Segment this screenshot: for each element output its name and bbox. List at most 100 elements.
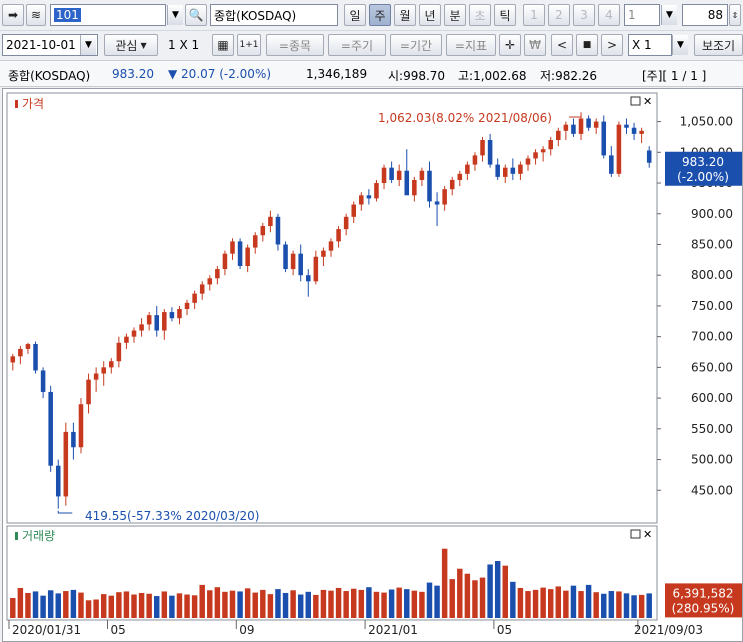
volume-bar [426,582,433,618]
volume-bar [290,590,296,618]
volume-bar [601,593,607,618]
layout-label[interactable]: 1 X 1 [168,38,199,52]
indicator-button[interactable]: =지표 [446,34,496,56]
candle-body [146,315,152,325]
code-input[interactable]: 101 [50,4,166,26]
candle-body [18,348,23,357]
volume-bar [32,591,39,618]
candle-body [177,309,182,319]
volume-bar [593,592,599,618]
interval-field[interactable]: 1 [624,4,660,26]
code-input-value: 101 [54,8,81,22]
cycle-button[interactable]: =주기 [328,34,386,56]
candle-body [260,226,266,236]
candle-body [25,344,31,349]
stop-button[interactable]: ■ [576,34,598,56]
toolbar-secondary: 2021-10-01 ▼ 관심 ▼ 1 X 1 ▦ 1+1 =종목 =주기 =기간… [0,30,743,58]
price-panel-maximize-icon[interactable] [630,96,641,106]
x-axis-label: 05 [497,623,512,637]
split-button[interactable]: 1+1 [237,34,261,56]
candle-body [169,312,175,319]
candle-body [442,189,447,205]
candle-body [351,204,357,217]
candle-body [48,391,53,466]
period-range-button[interactable]: =기간 [390,34,442,56]
volume-bar [154,596,160,618]
volume-bar [229,590,236,618]
date-dropdown-chevron-icon[interactable]: ▼ [80,35,96,55]
volume-tag-pct: (280.95%) [672,601,735,615]
volume-bar [404,589,410,618]
volume-bar [161,591,168,618]
volume-bar [313,594,319,618]
candle-body [268,216,273,227]
candle-body [275,216,281,245]
price-axis-label: 900.00 [691,207,733,221]
code-dropdown-chevron-icon[interactable]: ▼ [167,5,183,25]
volume-bar [638,594,645,618]
number-2-button[interactable]: 2 [548,4,570,26]
volume-bar [70,589,77,618]
candle-body [593,121,599,128]
volume-bar [388,589,395,618]
period-day-button[interactable]: 일 [344,4,366,26]
price-title-marker [15,100,18,108]
candle-body [184,302,190,309]
multiplier-field[interactable]: X 1 [628,34,672,56]
price-axis-label: 600.00 [691,391,733,405]
candle-body [321,250,326,257]
next-button[interactable]: > [601,34,623,56]
number-1-button[interactable]: 1 [523,4,545,26]
candle-body [139,324,144,331]
prev-button[interactable]: < [551,34,573,56]
volume-bar [222,591,228,618]
candle [237,238,243,270]
candle-body [419,170,425,180]
volume-panel-close-icon[interactable]: ✕ [643,528,652,541]
candle-body [609,155,614,174]
volume-bar [146,593,152,618]
spinner-icon[interactable]: ⇕ [729,4,741,26]
count-field[interactable]: 88 [682,4,728,26]
volume-bar [63,591,69,618]
aux-button[interactable]: 보조기 [694,34,743,56]
crosshair-icon[interactable]: ✛ [499,34,521,56]
candle-body [434,201,440,205]
candle-body [93,373,99,380]
candle [78,398,84,454]
volume-bar [487,564,493,618]
period-year-button[interactable]: 년 [419,4,441,26]
info-high: 고:1,002.68 [458,69,527,83]
number-4-button[interactable]: 4 [598,4,620,26]
stack-icon[interactable]: ≋ [26,4,46,26]
price-panel-close-icon[interactable]: ✕ [643,95,652,108]
interest-button[interactable]: 관심 ▼ [104,34,158,56]
period-second-button[interactable]: 초 [469,4,491,26]
candle-body [40,370,46,392]
multiplier-dropdown-chevron-icon[interactable]: ▼ [672,35,688,55]
won-button[interactable]: ₩ [524,34,546,56]
candle-body [578,118,584,134]
volume-bar [305,591,311,618]
interval-dropdown-chevron-icon[interactable]: ▼ [661,5,677,25]
period-tick-button[interactable]: 틱 [494,4,516,26]
number-3-button[interactable]: 3 [573,4,595,26]
candle-body [404,170,410,196]
candle-body [116,342,122,362]
period-week-button[interactable]: 주 [369,4,391,26]
period-month-button[interactable]: 월 [394,4,416,26]
volume-bar [464,573,471,618]
item-button[interactable]: =종목 [266,34,324,56]
interest-label: 관심 [115,38,138,53]
arrow-right-icon[interactable]: ➡ [2,4,24,26]
candle-body [245,247,250,266]
chart-area[interactable]: 가격 거래량 ✕ ✕ 1,050.001,000.00950.00900.008… [2,88,743,642]
volume-bar [214,587,221,618]
grid-icon[interactable]: ▦ [212,34,234,56]
volume-panel-maximize-icon[interactable] [630,529,641,539]
volume-bar [108,595,115,618]
name-field[interactable]: 종합(KOSDAQ) [210,4,338,26]
period-minute-button[interactable]: 분 [444,4,466,26]
search-icon[interactable]: 🔍 [185,4,207,26]
candle-body [109,361,114,368]
